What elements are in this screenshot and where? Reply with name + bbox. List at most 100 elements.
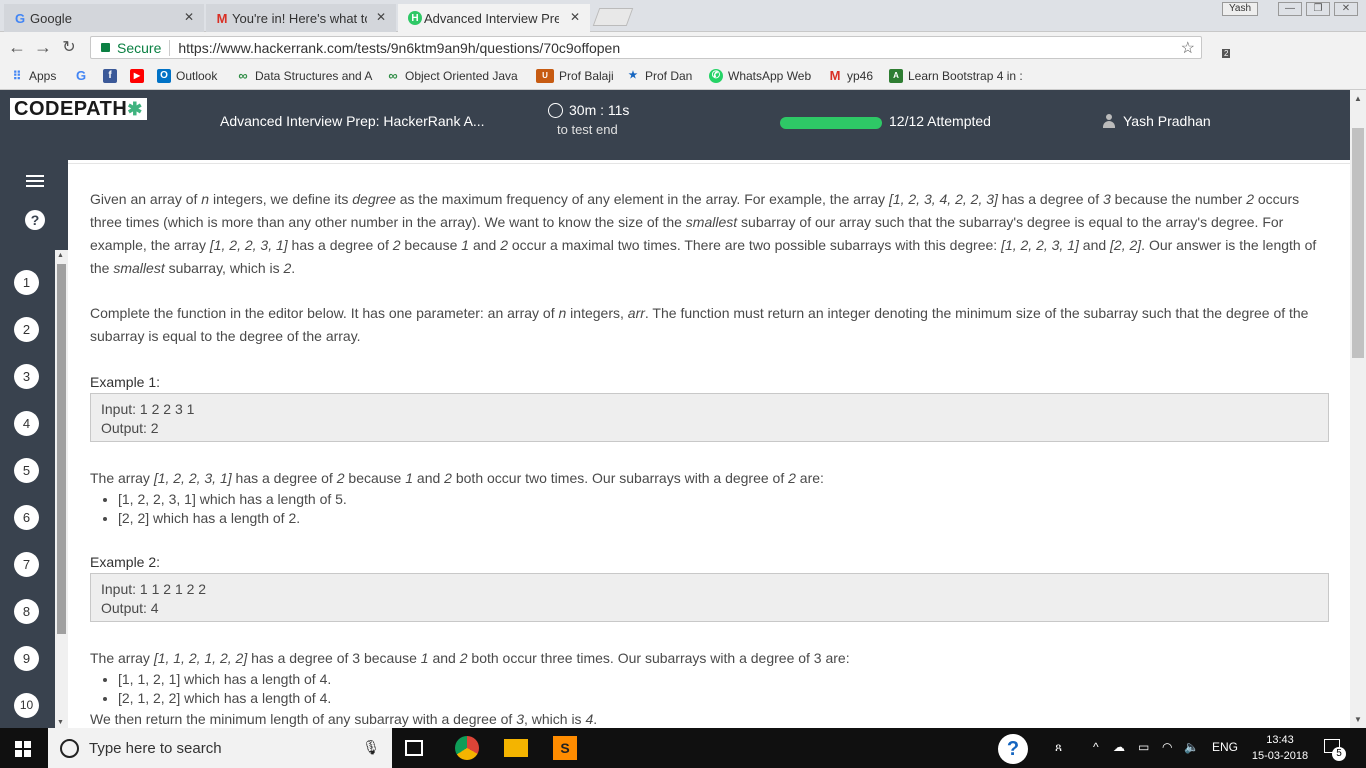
close-tab-icon[interactable]: ✕ [184,10,194,24]
bookmark-facebook[interactable]: f [103,69,122,83]
back-arrow-icon[interactable]: ← [4,37,30,58]
close-tab-icon[interactable]: ✕ [376,10,386,24]
chrome-taskbar-icon[interactable] [455,736,479,760]
window-controls: — ❐ ✕ [1278,2,1358,16]
taskbar-clock[interactable]: 13:43 15-03-2018 [1250,732,1310,764]
language-indicator[interactable]: ENG [1212,740,1238,754]
google-favicon-icon: G [14,10,26,26]
bookmark-google[interactable]: G [74,69,93,83]
example-2-output: Output: 4 [101,600,159,616]
show-hidden-icons-chevron-icon[interactable]: ^ [1093,740,1099,754]
tab-title: You're in! Here's what to [232,10,367,26]
bookmark-oo-java[interactable]: ∞ Object Oriented Java [386,69,517,84]
page-scroll-thumb[interactable] [1352,128,1364,358]
secure-lock-label[interactable]: Secure [91,39,171,56]
action-center-icon[interactable]: 5 [1322,737,1346,761]
attempted-count: 12/12 Attempted [889,113,991,129]
close-tab-icon[interactable]: ✕ [570,10,580,24]
help-taskbar-icon[interactable]: ? [998,734,1028,764]
sublime-text-icon[interactable]: S [553,736,577,760]
problem-description: Given an array of n integers, we define … [90,191,1317,276]
example-1-label: Example 1: [90,374,161,390]
extension-badge: 2 [1222,49,1231,58]
scroll-up-icon[interactable]: ▲ [57,252,64,259]
function-description: Complete the function in the editor belo… [90,305,1309,344]
file-explorer-icon[interactable] [504,739,528,757]
bookmark-bootstrap[interactable]: A Learn Bootstrap 4 in : [889,69,1023,83]
question-nav-6[interactable]: 6 [14,505,39,530]
url-text[interactable]: https://www.hackerrank.com/tests/9n6ktm9… [170,40,620,56]
windows-taskbar: Type here to search 🎙 S ? ጸ ^ ☁ ▭ ◠ 🔈 EN… [0,728,1366,768]
scroll-up-icon[interactable]: ▲ [1354,94,1362,103]
question-nav-1[interactable]: 1 [14,270,39,295]
browser-tab-strip: G Google ✕ M You're in! Here's what to ✕… [0,0,1366,32]
tab-google[interactable]: G Google ✕ [4,4,204,32]
scroll-down-icon[interactable]: ▼ [1354,715,1362,724]
example-2-conclusion: We then return the minimum length of any… [90,711,598,727]
sidebar-scrollbar[interactable]: ▲ ▼ [55,250,68,728]
forward-arrow-icon[interactable]: → [30,37,56,58]
question-nav-4[interactable]: 4 [14,411,39,436]
list-item: [1, 2, 2, 3, 1] which has a length of 5. [118,490,347,509]
tab-hackerrank[interactable]: H Advanced Interview Prep ✕ [398,4,590,32]
example-1-output: Output: 2 [101,420,159,436]
windows-start-icon[interactable] [15,741,31,757]
help-icon[interactable]: ? [25,210,45,230]
tab-title: Google [30,10,72,26]
question-nav-7[interactable]: 7 [14,552,39,577]
bookmark-prof-dan[interactable]: ★ Prof Dan [626,69,693,83]
bookmark-outlook[interactable]: O Outlook [157,69,217,83]
page-scrollbar[interactable]: ▲ ▼ [1350,90,1366,728]
sidebar-scroll-thumb[interactable] [57,264,66,634]
task-view-icon[interactable] [405,740,423,756]
reload-icon[interactable]: ↻ [56,37,82,57]
question-content: Given an array of n integers, we define … [68,160,1350,728]
question-nav-3[interactable]: 3 [14,364,39,389]
gmail-icon: M [829,68,841,83]
tab-title: Advanced Interview Prep [424,10,559,26]
codepath-logo[interactable]: CODEPATH✱ [10,98,147,120]
wifi-icon[interactable]: ◠ [1162,740,1172,754]
apps-grid-icon: ⠿ [12,69,22,83]
user-menu[interactable]: Yash Pradhan [1103,113,1211,129]
google-icon: G [75,68,87,83]
bookmark-yp46[interactable]: Myp46 [828,68,873,84]
cortana-icon [60,738,79,758]
bookmark-star-icon[interactable]: ☆ [1181,38,1195,58]
example-1-input: Input: 1 2 2 3 1 [101,401,195,417]
bookmark-data-structures[interactable]: ∞ Data Structures and A [236,69,372,84]
bookmark-prof-balaji[interactable]: U Prof Balaji [536,69,614,83]
battery-icon[interactable]: ▭ [1138,740,1149,754]
facebook-icon: f [103,69,117,83]
restore-icon[interactable]: ❐ [1306,2,1330,16]
people-icon[interactable]: ጸ [1055,740,1062,755]
list-item: [2, 2] which has a length of 2. [118,509,347,528]
hackerrank-favicon-icon: H [408,11,422,25]
new-tab-button[interactable] [592,8,634,26]
question-nav-8[interactable]: 8 [14,599,39,624]
profile-badge[interactable]: Yash [1222,2,1258,16]
bookmark-youtube[interactable]: ▶ [130,69,149,83]
scroll-down-icon[interactable]: ▼ [57,719,64,726]
example-2-list: [1, 1, 2, 1] which has a length of 4. [2… [118,670,331,708]
close-window-icon[interactable]: ✕ [1334,2,1358,16]
timer: 30m : 11s to test end [548,102,629,137]
logo-star-icon: ✱ [127,99,143,119]
bookmark-whatsapp[interactable]: ✆ WhatsApp Web [709,69,811,83]
question-nav-2[interactable]: 2 [14,317,39,342]
taskbar-search-box[interactable]: Type here to search 🎙 [48,728,392,768]
list-menu-icon[interactable] [26,175,44,189]
question-nav-10[interactable]: 10 [14,693,39,718]
question-nav-9[interactable]: 9 [14,646,39,671]
tab-gmail[interactable]: M You're in! Here's what to ✕ [206,4,396,32]
microphone-icon[interactable]: 🎙 [362,739,380,756]
volume-icon[interactable]: 🔈 [1184,740,1199,754]
minimize-icon[interactable]: — [1278,2,1302,16]
bookmark-apps[interactable]: ⠿ Apps [10,69,57,83]
address-bar[interactable]: Secure https://www.hackerrank.com/tests/… [90,36,1202,59]
example-2-input: Input: 1 1 2 1 2 2 [101,581,207,597]
search-placeholder: Type here to search [89,739,222,757]
onedrive-icon[interactable]: ☁ [1113,740,1125,754]
question-nav-5[interactable]: 5 [14,458,39,483]
user-icon [1103,114,1115,128]
